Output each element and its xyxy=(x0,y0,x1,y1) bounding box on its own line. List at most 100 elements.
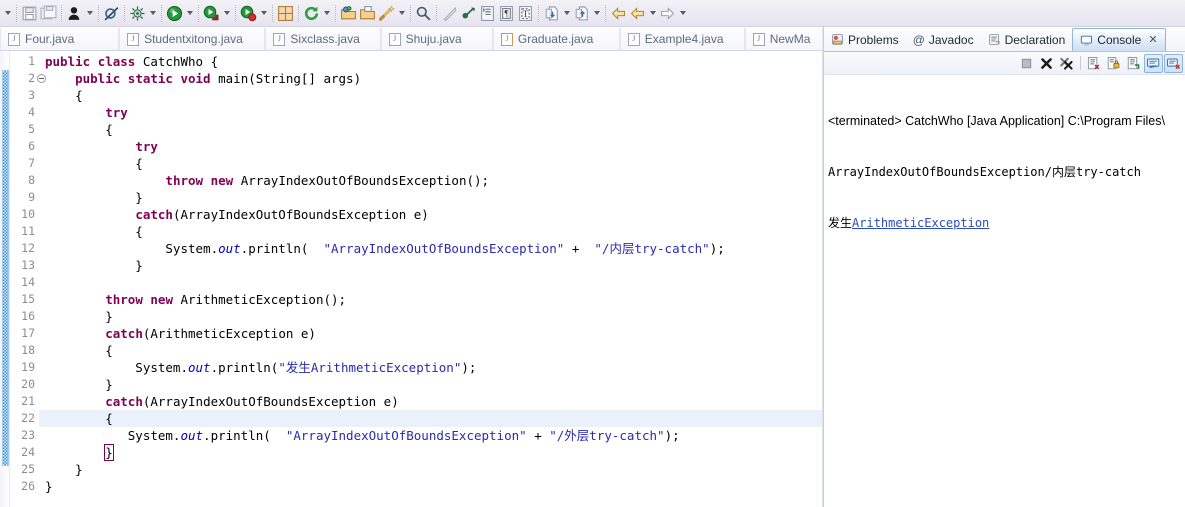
debug-icon[interactable] xyxy=(128,2,147,24)
code-line[interactable]: public static void main(String[] args) xyxy=(39,70,823,87)
debug-dropdown-arrow[interactable] xyxy=(147,3,158,23)
line-number: 22 xyxy=(21,411,35,425)
code-line[interactable]: public class CatchWho { xyxy=(39,53,823,70)
remove-all-terminated-icon[interactable] xyxy=(1057,54,1076,73)
code-token: throw xyxy=(165,173,204,188)
toolbar-dropdown-arrow-0[interactable] xyxy=(2,3,13,23)
editor-tab-sixclass-java[interactable]: J Sixclass.java xyxy=(265,28,381,50)
console-exception-link[interactable]: ArithmeticException xyxy=(852,216,989,230)
editor-tab-studentxitong-java[interactable]: J Studentxitong.java xyxy=(119,28,266,50)
run-coverage-icon[interactable] xyxy=(239,2,258,24)
save-icon[interactable] xyxy=(20,2,39,24)
console-tab-declaration[interactable]: Declaration xyxy=(981,28,1073,51)
forward-dropdown-arrow[interactable] xyxy=(677,3,688,23)
run-coverage-dropdown-arrow[interactable] xyxy=(258,3,269,23)
new-package-icon[interactable] xyxy=(276,2,295,24)
open-type-icon[interactable] xyxy=(339,2,358,24)
back-dropdown-arrow[interactable] xyxy=(647,3,658,23)
prev-edit-icon[interactable] xyxy=(572,2,591,24)
pin-console-icon[interactable] xyxy=(1124,54,1143,73)
code-line[interactable]: System.out.println( "ArrayIndexOutOfBoun… xyxy=(39,427,823,444)
search-icon[interactable] xyxy=(414,2,433,24)
open-task-icon[interactable] xyxy=(358,2,377,24)
refresh-dropdown-arrow[interactable] xyxy=(321,3,332,23)
code-line[interactable]: } xyxy=(39,308,823,325)
next-edit-dropdown-arrow[interactable] xyxy=(561,3,572,23)
forward-icon[interactable] xyxy=(658,2,677,24)
code-line[interactable]: try xyxy=(39,104,823,121)
code-line[interactable]: } xyxy=(39,189,823,206)
remove-launch-icon[interactable] xyxy=(1037,54,1056,73)
code-line[interactable]: { xyxy=(39,121,823,138)
show-whitespace-icon[interactable]: ¶ xyxy=(497,2,516,24)
code-line[interactable]: { xyxy=(39,342,823,359)
editor-tab-graduate-java[interactable]: J Graduate.java xyxy=(492,28,620,50)
code-token: out xyxy=(180,428,204,443)
next-edit-icon[interactable] xyxy=(542,2,561,24)
link-icon[interactable] xyxy=(459,2,478,24)
editor-tab-four-java[interactable]: J Four.java xyxy=(0,28,120,50)
back-icon[interactable] xyxy=(609,2,628,24)
code-line[interactable]: } xyxy=(39,478,823,495)
code-line[interactable]: } xyxy=(39,257,823,274)
run-person-dropdown-arrow[interactable] xyxy=(84,3,95,23)
code-token: static xyxy=(127,71,173,86)
code-line[interactable]: catch(ArrayIndexOutOfBoundsException e) xyxy=(39,393,823,410)
code-line[interactable]: { xyxy=(39,223,823,240)
code-line[interactable]: { xyxy=(39,87,823,104)
console-tab-console[interactable]: Console ✕ xyxy=(1072,28,1166,51)
run-person-icon[interactable] xyxy=(65,2,84,24)
console-tab-problems[interactable]: Problems xyxy=(824,28,906,51)
code-text-area[interactable]: public class CatchWho { public static vo… xyxy=(39,51,823,507)
run-external-dropdown-arrow[interactable] xyxy=(221,3,232,23)
javadoc-icon: @ xyxy=(912,32,925,47)
code-line[interactable]: System.out.println( "ArrayIndexOutOfBoun… xyxy=(39,240,823,257)
refresh-icon[interactable] xyxy=(302,2,321,24)
run-external-tools-icon[interactable] xyxy=(202,2,221,24)
close-icon[interactable]: ✕ xyxy=(1148,34,1157,46)
code-line[interactable]: catch(ArithmeticException e) xyxy=(39,325,823,342)
scroll-lock-icon[interactable] xyxy=(1104,54,1123,73)
code-token: "ArrayIndexOutOfBoundsException" xyxy=(285,428,527,443)
code-line[interactable]: { xyxy=(39,410,823,427)
save-all-icon[interactable] xyxy=(39,2,58,24)
line-number: 11 xyxy=(21,224,35,238)
run-dropdown-arrow[interactable] xyxy=(184,3,195,23)
toggle-mark-icon[interactable] xyxy=(478,2,497,24)
quick-fix-dropdown-arrow[interactable] xyxy=(396,3,407,23)
block-selection-icon[interactable]: T xyxy=(516,2,535,24)
prev-edit-dropdown-arrow[interactable] xyxy=(591,3,602,23)
code-line[interactable]: } xyxy=(39,376,823,393)
editor-tab-example4-java[interactable]: J Example4.java xyxy=(619,28,745,50)
code-line[interactable]: catch(ArrayIndexOutOfBoundsException e) xyxy=(39,206,823,223)
skip-breakpoints-icon[interactable] xyxy=(102,2,121,24)
code-line[interactable]: try xyxy=(39,138,823,155)
code-line[interactable]: { xyxy=(39,155,823,172)
code-line[interactable]: } xyxy=(39,461,823,478)
open-console-icon[interactable] xyxy=(1164,53,1183,73)
line-number: 6 xyxy=(28,139,35,153)
display-selected-console-icon[interactable] xyxy=(1144,53,1163,73)
eclipse-ide-window: ¶ T J Four.java J Studentxitong.java J Sixclas… xyxy=(0,0,1185,507)
code-token: ArithmeticException(); xyxy=(172,292,347,307)
java-source-editor[interactable]: 1 2 3 4 5 6 7 8 9 10 11 12 13 14 15 16 17 18 19 20 21 22 23 24 2… xyxy=(0,51,823,507)
run-icon[interactable] xyxy=(165,2,184,24)
console-output[interactable]: <terminated> CatchWho [Java Application]… xyxy=(824,75,1185,266)
code-line[interactable] xyxy=(39,274,823,291)
back-2-icon[interactable] xyxy=(628,2,647,24)
code-token: System. xyxy=(45,241,219,256)
clear-console-icon[interactable] xyxy=(1084,54,1103,73)
terminate-icon[interactable] xyxy=(1017,54,1036,73)
code-line[interactable]: } xyxy=(39,444,823,461)
quick-fix-icon[interactable] xyxy=(377,2,396,24)
code-line[interactable]: System.out.println("发生ArithmeticExceptio… xyxy=(39,359,823,376)
editor-tab-shuju-java[interactable]: J Shuju.java xyxy=(380,28,493,50)
editor-tab-newma[interactable]: J NewMa xyxy=(744,28,823,50)
folding-ruler[interactable] xyxy=(0,51,10,507)
code-line[interactable]: throw new ArithmeticException(); xyxy=(39,291,823,308)
code-line[interactable]: throw new ArrayIndexOutOfBoundsException… xyxy=(39,172,823,189)
console-tab-javadoc[interactable]: @ Javadoc xyxy=(906,28,981,51)
next-annotation-icon[interactable] xyxy=(440,2,459,24)
code-token: main(String[] args) xyxy=(210,71,362,86)
console-toolbar-separator xyxy=(1077,55,1083,71)
